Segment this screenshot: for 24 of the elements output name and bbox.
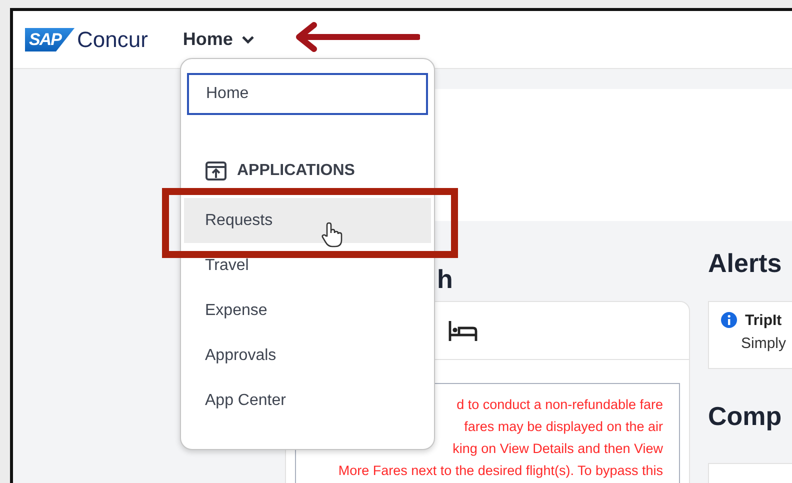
menu-item[interactable]: Requests bbox=[184, 198, 431, 243]
menu-item[interactable]: Travel bbox=[184, 243, 431, 288]
section-label: APPLICATIONS bbox=[237, 162, 355, 180]
warning-text: More Fares next to the desired flight(s). To bypass this bbox=[337, 462, 663, 480]
warning-text: king on View Details and then View bbox=[452, 440, 663, 458]
alert-text: Simply bbox=[741, 335, 786, 352]
hand-cursor-icon bbox=[321, 222, 343, 248]
logo-badge: SAP bbox=[25, 28, 75, 52]
menu-item[interactable]: Approvals bbox=[184, 333, 431, 378]
applications-icon bbox=[205, 161, 227, 181]
bed-icon[interactable] bbox=[448, 320, 478, 342]
chevron-icon bbox=[240, 34, 255, 44]
warning-text: d to conduct a non-refundable fare bbox=[456, 396, 663, 414]
menu-item[interactable]: Home bbox=[187, 73, 428, 115]
alert-title: TripIt bbox=[745, 312, 783, 329]
info-icon bbox=[721, 312, 737, 328]
menu-item[interactable]: App Center bbox=[184, 378, 431, 423]
alerts-heading: Alerts bbox=[708, 248, 782, 278]
company-heading: Comp bbox=[708, 400, 782, 432]
warning-text: fares may be displayed on the air bbox=[463, 418, 663, 436]
menu-item[interactable]: Expense bbox=[184, 288, 431, 333]
home-nav-button[interactable]: Home bbox=[182, 29, 255, 50]
logo-text: Concur bbox=[76, 26, 148, 52]
section-heading: h bbox=[437, 265, 453, 293]
